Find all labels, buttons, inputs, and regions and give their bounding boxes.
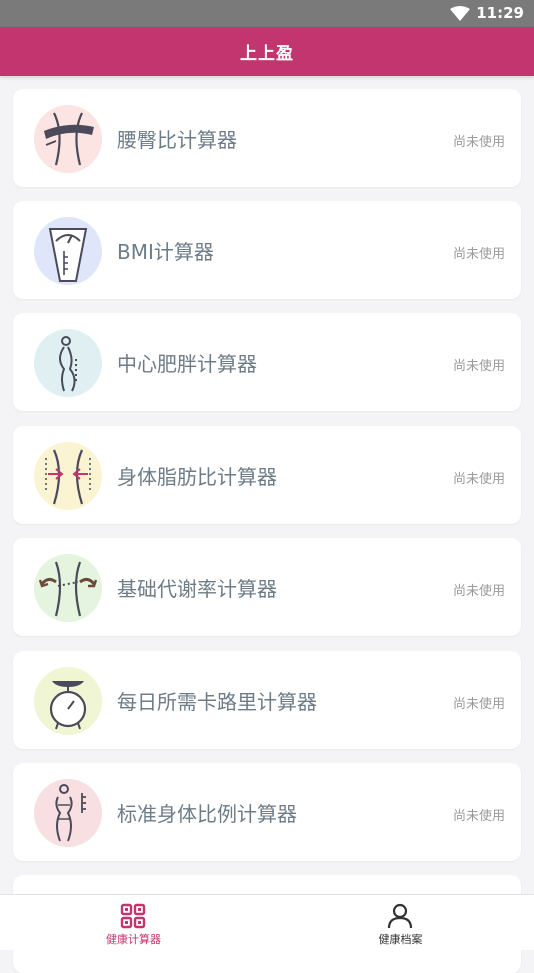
calculator-card-bmi[interactable]: BMI计算器 尚未使用 xyxy=(13,201,521,299)
calculator-card-body-fat[interactable]: 身体脂肪比计算器 尚未使用 xyxy=(13,426,521,524)
usage-status: 尚未使用 xyxy=(452,359,505,374)
calculator-label: 身体脂肪比计算器 xyxy=(117,465,277,489)
usage-status: 尚未使用 xyxy=(452,472,505,487)
person-icon xyxy=(387,903,413,929)
tab-health-records[interactable]: 健康档案 xyxy=(267,895,534,950)
calculator-card-bmr[interactable]: 基础代谢率计算器 尚未使用 xyxy=(13,538,521,636)
waist-tape-icon xyxy=(34,105,102,173)
waist-arrows-icon xyxy=(34,442,102,510)
calculator-label: 每日所需卡路里计算器 xyxy=(117,690,317,714)
status-bar: 11:29 xyxy=(0,0,534,27)
body-ruler-icon xyxy=(34,779,102,847)
calculator-label: BMI计算器 xyxy=(117,240,214,264)
calculator-label: 标准身体比例计算器 xyxy=(117,802,297,826)
calculator-label: 基础代谢率计算器 xyxy=(117,577,277,601)
app-header: 上上盈 xyxy=(0,27,534,76)
bottom-tab-bar: 健康计算器 健康档案 xyxy=(0,894,534,950)
tab-health-calculator[interactable]: 健康计算器 xyxy=(0,895,267,950)
calculator-label: 腰臀比计算器 xyxy=(117,128,237,152)
usage-status: 尚未使用 xyxy=(452,809,505,824)
usage-status: 尚未使用 xyxy=(452,247,505,262)
page-title: 上上盈 xyxy=(240,44,294,64)
calculator-card-daily-calories[interactable]: 每日所需卡路里计算器 尚未使用 xyxy=(13,651,521,749)
grid-icon xyxy=(120,903,146,929)
waist-rotate-icon xyxy=(34,554,102,622)
kitchen-scale-icon xyxy=(34,667,102,735)
body-profile-icon xyxy=(34,329,102,397)
usage-status: 尚未使用 xyxy=(452,135,505,150)
wifi-icon xyxy=(450,6,470,21)
usage-status: 尚未使用 xyxy=(452,584,505,599)
calculator-card-waist-hip[interactable]: 腰臀比计算器 尚未使用 xyxy=(13,89,521,187)
calculator-label: 中心肥胖计算器 xyxy=(117,352,257,376)
scale-gauge-icon xyxy=(34,217,102,285)
calculator-card-body-proportion[interactable]: 标准身体比例计算器 尚未使用 xyxy=(13,763,521,861)
status-time: 11:29 xyxy=(476,4,524,22)
calculator-card-central-obesity[interactable]: 中心肥胖计算器 尚未使用 xyxy=(13,313,521,411)
tab-label: 健康计算器 xyxy=(106,933,161,946)
tab-label: 健康档案 xyxy=(378,933,423,946)
usage-status: 尚未使用 xyxy=(452,697,505,712)
